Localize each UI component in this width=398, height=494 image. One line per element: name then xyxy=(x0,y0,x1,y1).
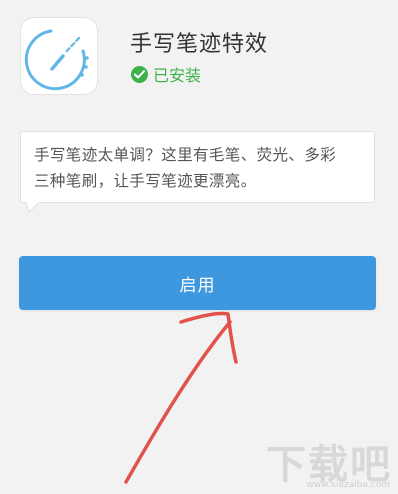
description-line-2: 三种笔刷，让手写笔迹更漂亮。 xyxy=(34,172,257,190)
description-bubble: 手写笔迹太单调？这里有毛笔、荧光、多彩 三种笔刷，让手写笔迹更漂亮。 xyxy=(20,131,375,203)
app-icon xyxy=(20,17,98,95)
app-title: 手写笔迹特效 xyxy=(130,32,269,57)
watermark: 下载吧 www.xiazaiba.com xyxy=(266,432,392,490)
pen-stroke-icon xyxy=(24,29,89,91)
description-line-1: 手写笔迹太单调？这里有毛笔、荧光、多彩 xyxy=(34,146,337,164)
enable-button[interactable]: 启用 xyxy=(19,256,376,310)
status-label: 已安装 xyxy=(153,66,202,85)
install-status: 已安装 xyxy=(131,64,202,85)
check-circle-icon xyxy=(131,65,148,83)
watermark-url: www.xiazaiba.com xyxy=(306,480,390,490)
